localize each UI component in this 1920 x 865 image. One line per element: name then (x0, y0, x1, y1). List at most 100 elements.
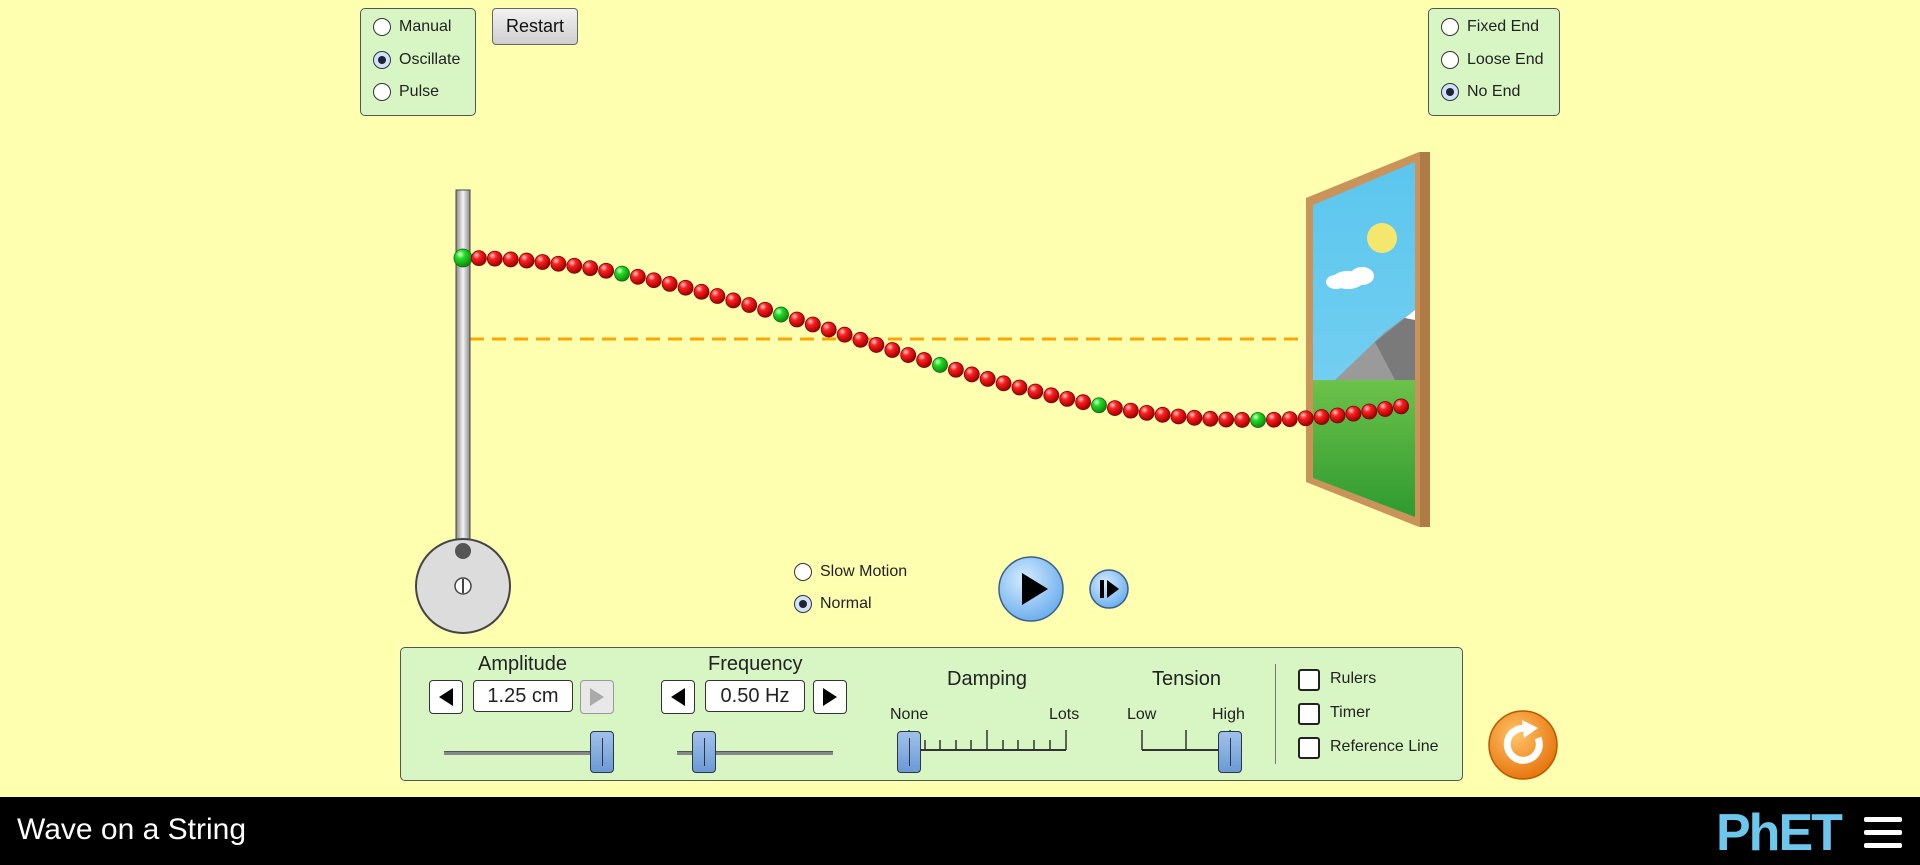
string-bead (1218, 411, 1235, 428)
string-bead (868, 337, 885, 353)
string-bead (566, 257, 583, 274)
string-bead-marker (773, 306, 789, 323)
damping-max-label: Lots (1049, 706, 1080, 723)
damping-slider-track[interactable] (900, 728, 1070, 758)
string-bead (1122, 402, 1139, 419)
amplitude-increase-button[interactable] (580, 680, 614, 714)
string-bead (582, 260, 599, 277)
radio-button[interactable] (794, 563, 812, 581)
tension-min-label: Low (1127, 706, 1157, 723)
play-button[interactable] (996, 554, 1066, 624)
string-bead-marker (1091, 397, 1107, 414)
string-bead (1027, 383, 1044, 400)
string-bead (1154, 406, 1171, 423)
string-bead (789, 311, 805, 328)
string-bead (645, 272, 662, 289)
string-bead (757, 301, 773, 318)
string-bead (995, 375, 1012, 392)
string-bead (916, 352, 932, 368)
frequency-title: Frequency (708, 653, 803, 675)
string-bead (725, 292, 742, 309)
rulers-checkbox[interactable] (1298, 669, 1320, 691)
reference-line-checkbox[interactable] (1298, 737, 1320, 759)
oscillator-rod (455, 189, 471, 551)
string-bead (1202, 410, 1219, 427)
tension-slider-thumb[interactable] (1218, 731, 1242, 773)
tension-title: Tension (1152, 668, 1221, 690)
string-bead (1170, 408, 1187, 425)
slow-motion-radio[interactable]: Slow Motion (794, 563, 907, 581)
string-bead (1186, 409, 1203, 426)
frequency-increase-button[interactable] (813, 680, 847, 714)
string-bead (486, 250, 503, 267)
string-bead (1043, 387, 1060, 404)
reference-line-label: Reference Line (1330, 738, 1439, 755)
string-bead (1107, 400, 1123, 416)
step-icon (1100, 580, 1104, 598)
slow-motion-label: Slow Motion (820, 563, 908, 580)
string-bead (1281, 411, 1298, 428)
menu-icon[interactable] (1864, 817, 1902, 849)
string-bead (1075, 394, 1091, 411)
string-bead (1138, 404, 1155, 421)
amplitude-title: Amplitude (478, 653, 567, 675)
amplitude-slider-track[interactable] (444, 751, 614, 755)
tension-max-label: High (1212, 706, 1245, 723)
string-bead (820, 321, 837, 338)
oscillator-wheel[interactable] (415, 538, 511, 634)
string-bead (502, 251, 519, 268)
string-bead (884, 342, 901, 358)
sim-title: Wave on a String (17, 813, 246, 846)
string-bead (948, 361, 964, 378)
string-bead (1393, 398, 1409, 415)
string-bead (1377, 401, 1394, 417)
frequency-slider-thumb[interactable] (691, 731, 716, 773)
phet-logo-text: PhET (1716, 804, 1843, 862)
string-bead (963, 366, 980, 383)
string-bead (836, 326, 853, 343)
step-button[interactable] (1087, 567, 1131, 611)
string-bead (741, 297, 758, 313)
amplitude-slider-thumb[interactable] (590, 731, 615, 773)
string-bead-marker[interactable] (453, 248, 473, 268)
left-arrow-icon (671, 688, 685, 706)
phet-logo[interactable]: PhET (1716, 803, 1843, 863)
string-bead (534, 254, 551, 270)
string-bead (677, 279, 694, 296)
string-bead (550, 255, 567, 272)
string-bead (1234, 412, 1250, 428)
right-arrow-icon (590, 688, 604, 706)
string-bead (709, 288, 726, 304)
string-bead (518, 252, 535, 269)
amplitude-decrease-button[interactable] (429, 680, 463, 714)
normal-speed-radio[interactable]: Normal (794, 595, 872, 613)
normal-speed-label: Normal (820, 595, 872, 612)
simulation-scene (415, 152, 1430, 634)
string-bead (1266, 411, 1282, 428)
string-bead (1313, 409, 1330, 425)
string-bead (979, 371, 996, 387)
string-bead-marker (932, 357, 948, 373)
string-bead (1011, 379, 1028, 396)
string-bead (630, 268, 646, 285)
timer-checkbox[interactable] (1298, 703, 1320, 725)
frequency-decrease-button[interactable] (661, 680, 695, 714)
string-bead (1059, 390, 1076, 407)
string-bead (1345, 405, 1362, 422)
amplitude-value: 1.25 cm (473, 680, 573, 712)
string-bead (852, 331, 869, 348)
damping-slider-thumb[interactable] (897, 731, 921, 773)
reset-all-button[interactable] (1486, 708, 1560, 782)
window-frame (1306, 152, 1430, 527)
string-bead (804, 316, 821, 333)
string-bead-marker (614, 265, 630, 282)
string-bead (693, 283, 710, 300)
radio-button-selected[interactable] (794, 595, 812, 613)
string-bead (1297, 410, 1314, 427)
string-bead (661, 275, 678, 292)
panel-divider (1275, 664, 1276, 764)
footer-bar: Wave on a String PhET (0, 797, 1920, 865)
string-bead (1329, 407, 1346, 424)
damping-title: Damping (947, 668, 1028, 690)
right-arrow-icon (823, 688, 837, 706)
